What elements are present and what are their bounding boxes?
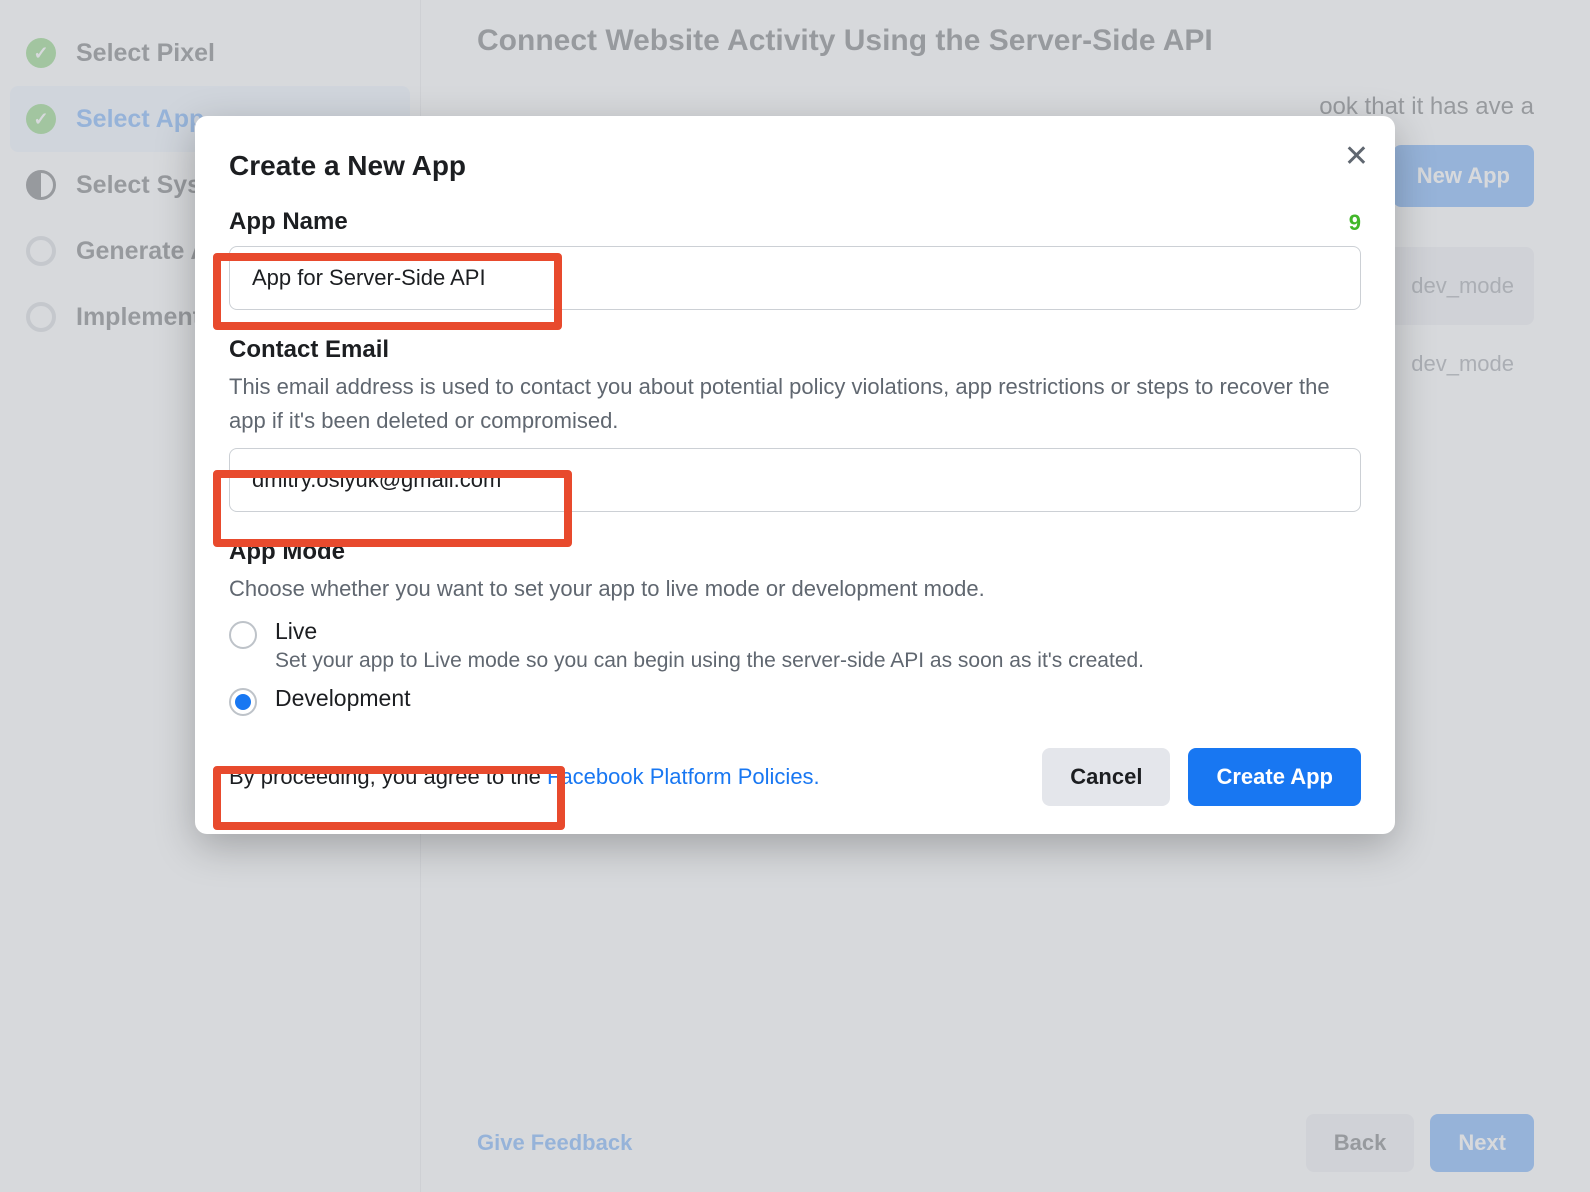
modal-footer: By proceeding, you agree to the Facebook… — [229, 748, 1361, 806]
app-mode-field: App Mode Choose whether you want to set … — [229, 538, 1361, 716]
close-icon[interactable]: ✕ — [1344, 142, 1369, 172]
create-app-modal: Create a New App ✕ App Name 9 Contact Em… — [195, 116, 1395, 834]
policy-link[interactable]: Facebook Platform Policies. — [547, 764, 820, 789]
radio-icon — [229, 688, 257, 716]
modal-overlay: Create a New App ✕ App Name 9 Contact Em… — [0, 0, 1590, 1192]
app-name-count: 9 — [1349, 210, 1361, 236]
app-mode-help: Choose whether you want to set your app … — [229, 572, 1361, 606]
app-name-input[interactable] — [229, 246, 1361, 310]
contact-email-field: Contact Email This email address is used… — [229, 336, 1361, 512]
mode-live-sub: Set your app to Live mode so you can beg… — [275, 649, 1361, 673]
radio-icon — [229, 621, 257, 649]
modal-title: Create a New App — [229, 150, 1361, 182]
mode-development-option[interactable]: Development — [229, 685, 1361, 716]
mode-dev-label: Development — [275, 685, 1361, 712]
contact-email-label: Contact Email — [229, 336, 1361, 364]
mode-live-option[interactable]: Live Set your app to Live mode so you ca… — [229, 618, 1361, 673]
mode-live-label: Live — [275, 618, 1361, 645]
app-mode-label: App Mode — [229, 538, 1361, 566]
app-name-label: App Name — [229, 208, 348, 236]
contact-email-help: This email address is used to contact yo… — [229, 370, 1361, 438]
policy-prefix: By proceeding, you agree to the — [229, 764, 547, 789]
app-name-field: App Name 9 — [229, 208, 1361, 310]
cancel-button[interactable]: Cancel — [1042, 748, 1170, 806]
contact-email-input[interactable] — [229, 448, 1361, 512]
create-app-button[interactable]: Create App — [1188, 748, 1361, 806]
policy-text: By proceeding, you agree to the Facebook… — [229, 764, 820, 790]
